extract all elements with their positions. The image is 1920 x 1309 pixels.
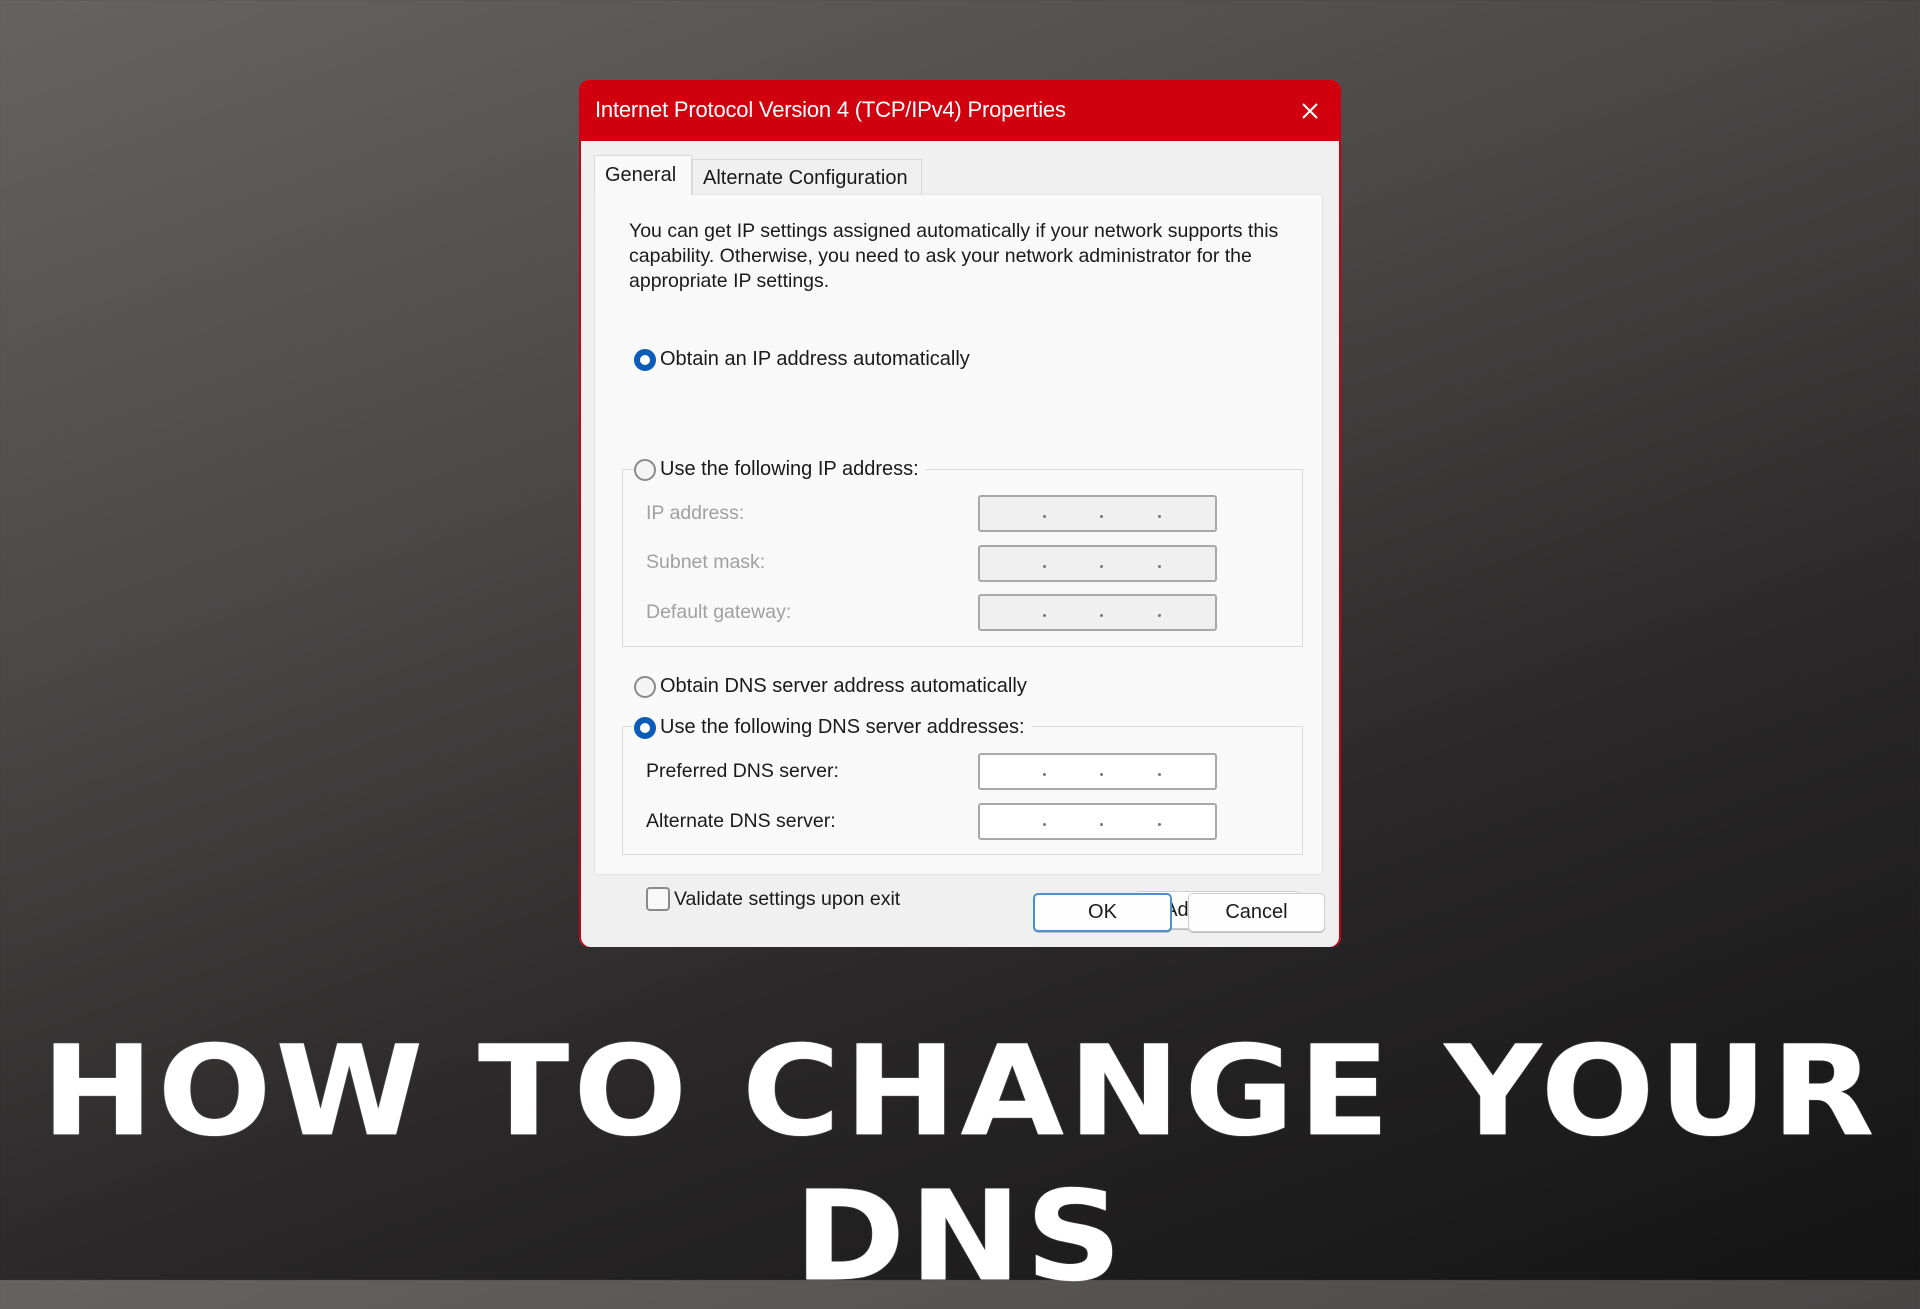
ok-button[interactable]: OK xyxy=(1033,893,1172,932)
radio-indicator xyxy=(634,458,656,481)
general-tab-panel: You can get IP settings assigned automat… xyxy=(594,194,1323,929)
close-icon xyxy=(1302,103,1318,119)
tab-general[interactable]: General xyxy=(594,155,692,195)
ip-address-input[interactable] xyxy=(978,495,1217,532)
validate-settings-checkbox[interactable]: Validate settings upon exit xyxy=(646,887,900,911)
alternate-dns-label: Alternate DNS server: xyxy=(646,810,836,832)
ip-address-label: IP address: xyxy=(646,502,745,524)
ip-separator-dot xyxy=(1100,565,1103,568)
radio-obtain-ip-auto[interactable]: Obtain an IP address automatically xyxy=(634,348,976,371)
ip-separator-dot xyxy=(1100,823,1103,826)
headline: HOW TO CHANGE YOUR DNS xyxy=(41,1018,1879,1309)
ip-separator-dot xyxy=(1043,515,1046,518)
radio-label: Obtain an IP address automatically xyxy=(660,348,970,370)
default-gateway-label: Default gateway: xyxy=(646,601,792,623)
ip-separator-dot xyxy=(1158,565,1161,568)
subnet-mask-input[interactable] xyxy=(978,545,1217,582)
radio-use-following-ip[interactable]: Use the following IP address: xyxy=(634,458,925,481)
alternate-dns-input[interactable] xyxy=(978,803,1217,840)
ip-separator-dot xyxy=(1043,565,1046,568)
subnet-mask-label: Subnet mask: xyxy=(646,551,766,573)
radio-indicator-checked xyxy=(634,716,656,739)
radio-indicator xyxy=(634,675,656,698)
ip-separator-dot xyxy=(1100,515,1103,518)
radio-label: Obtain DNS server address automatically xyxy=(660,675,1027,697)
ip-separator-dot xyxy=(1043,614,1046,617)
preferred-dns-input[interactable] xyxy=(978,753,1217,790)
ip-separator-dot xyxy=(1100,614,1103,617)
radio-label: Use the following DNS server addresses: xyxy=(660,716,1025,738)
intro-text: You can get IP settings assigned automat… xyxy=(629,220,1279,292)
cancel-button[interactable]: Cancel xyxy=(1188,893,1325,932)
ip-separator-dot xyxy=(1043,823,1046,826)
dialog-titlebar[interactable]: Internet Protocol Version 4 (TCP/IPv4) P… xyxy=(579,80,1341,141)
ip-separator-dot xyxy=(1158,823,1161,826)
ip-separator-dot xyxy=(1158,614,1161,617)
preferred-dns-label: Preferred DNS server: xyxy=(646,760,839,782)
dialog-title: Internet Protocol Version 4 (TCP/IPv4) P… xyxy=(595,97,1066,122)
tab-alternate-configuration[interactable]: Alternate Configuration xyxy=(692,159,922,195)
radio-label: Use the following IP address: xyxy=(660,458,919,480)
ip-separator-dot xyxy=(1043,773,1046,776)
radio-indicator-checked xyxy=(634,348,656,371)
ip-separator-dot xyxy=(1158,773,1161,776)
tcpip-properties-dialog: Internet Protocol Version 4 (TCP/IPv4) P… xyxy=(579,80,1341,947)
radio-use-following-dns[interactable]: Use the following DNS server addresses: xyxy=(634,716,1031,739)
radio-obtain-dns-auto[interactable]: Obtain DNS server address automatically xyxy=(634,675,1033,698)
checkbox-label: Validate settings upon exit xyxy=(674,887,901,910)
ip-separator-dot xyxy=(1158,515,1161,518)
default-gateway-input[interactable] xyxy=(978,594,1217,631)
ip-separator-dot xyxy=(1100,773,1103,776)
checkbox-indicator xyxy=(646,887,670,911)
close-button[interactable] xyxy=(1293,94,1327,128)
